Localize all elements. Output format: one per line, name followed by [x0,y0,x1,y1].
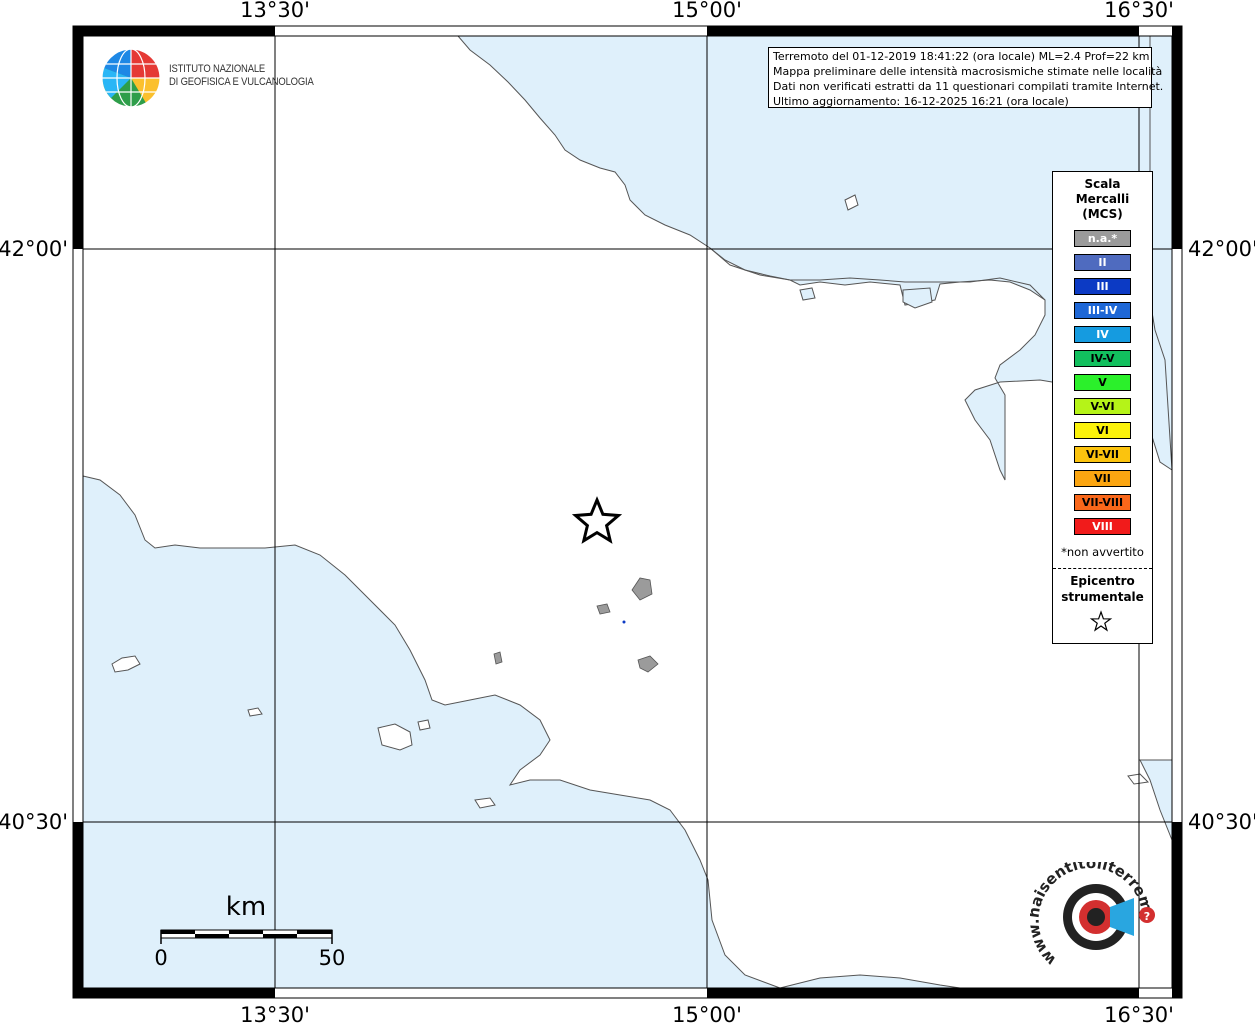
legend-epicenter-label: Epicentro strumentale [1053,573,1152,605]
legend-swatch: IV [1074,326,1131,343]
lon-label-bottom-1: 13°30' [240,1003,310,1024]
legend-swatch: II [1074,254,1131,271]
event-info-box: Terremoto del 01-12-2019 18:41:22 (ora l… [768,47,1164,108]
locality-blue [622,620,626,624]
lat-label-right-1: 42°00' [1188,237,1255,261]
procida-island [417,719,431,731]
legend-swatch: n.a.* [1074,230,1131,247]
lat-label-left-1: 42°00' [0,237,68,261]
lon-label-top-2: 15°00' [672,0,742,22]
lon-label-bottom-2: 15°00' [672,1003,742,1024]
legend-divider [1053,568,1152,569]
ingv-line-1: ISTITUTO NAZIONALE [169,63,266,75]
legend-swatch: VI-VII [1074,446,1131,463]
info-line-4: Ultimo aggiornamento: 16-12-2025 16:21 (… [773,95,1069,108]
ingv-logo: ISTITUTO NAZIONALE DI GEOFISICA E VULCAN… [101,48,314,110]
lon-label-top-3: 16°30' [1104,0,1174,22]
legend-swatch: III [1074,278,1131,295]
legend-swatch: III-IV [1074,302,1131,319]
scale-start: 0 [154,946,167,970]
svg-text:?: ? [1144,910,1150,923]
scale-end: 50 [319,946,346,970]
legend-swatch: VI [1074,422,1131,439]
ingv-line-2: DI GEOFISICA E VULCANOLOGIA [169,76,314,88]
lon-label-bottom-3: 16°30' [1104,1003,1174,1024]
legend-swatch: VIII [1074,518,1131,535]
scale-unit: km [226,892,266,922]
ingv-globe-icon [101,48,161,108]
legend-note: *non avvertito [1061,545,1144,559]
legend-swatch: VII [1074,470,1131,487]
legend-star-icon [1089,610,1113,632]
info-line-3: Dati non verificati estratti da 11 quest… [773,80,1164,93]
legend-title-line-1: Scala [1084,177,1121,191]
legend-swatch: IV-V [1074,350,1131,367]
info-line-1: Terremoto del 01-12-2019 18:41:22 (ora l… [773,50,1150,63]
legend-epicenter-line-2: strumentale [1061,590,1144,604]
legend-title-line-3: (MCS) [1082,207,1123,221]
mcs-legend: Scala Mercalli (MCS) n.a.* II III III-IV IV I… [1052,171,1153,644]
lat-label-left-2: 40°30' [0,810,68,834]
varano-lagoon [799,287,816,301]
lat-label-right-2: 40°30' [1188,810,1255,834]
legend-title-line-2: Mercalli [1075,192,1130,206]
legend-swatch: V [1074,374,1131,391]
info-line-2: Mappa preliminare delle intensità macros… [773,65,1163,78]
lon-label-top-1: 13°30' [240,0,310,22]
legend-epicenter-line-1: Epicentro [1070,574,1135,588]
ingv-text: ISTITUTO NAZIONALE DI GEOFISICA E VULCAN… [169,63,314,89]
haisentitoilterremoto-logo: www.haisentitoilterremoto.it ? [1030,862,1156,969]
legend-swatch: VII-VIII [1074,494,1131,511]
legend-swatch: V-VI [1074,398,1131,415]
legend-title: Scala Mercalli (MCS) [1053,177,1152,222]
